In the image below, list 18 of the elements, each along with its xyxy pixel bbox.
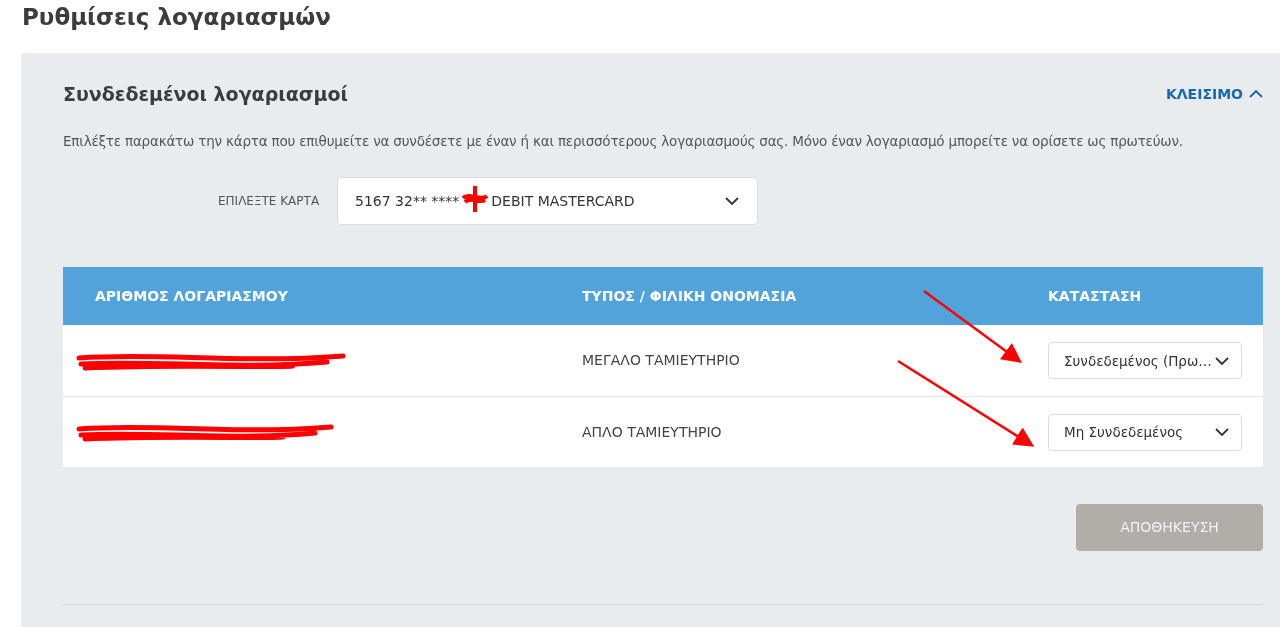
column-header: ΤΥΠΟΣ / ΦΙΛΙΚΗ ΟΝΟΜΑΣΙΑ <box>581 286 798 306</box>
chevron-down-icon <box>1215 356 1229 365</box>
status-select[interactable]: Μη Συνδεδεμένος <box>1048 413 1242 451</box>
page-title: Ρυθμίσεις λογαριασμών <box>21 3 332 32</box>
chevron-down-icon <box>725 197 739 206</box>
section-title: Συνδεδεμένοι λογαριασμοί <box>63 81 348 107</box>
chevron-down-icon <box>1215 428 1229 437</box>
card-select[interactable]: 5167 32** **** DEBIT MASTERCARD <box>337 177 758 226</box>
column-header: ΑΡΙΘΜΟΣ ΛΟΓΑΡΙΑΣΜΟΥ <box>94 286 289 306</box>
close-toggle[interactable]: ΚΛΕΙΣΙΜΟ <box>1165 83 1263 105</box>
column-header: ΚΑΤΑΣΤΑΣΗ <box>1047 286 1143 306</box>
redaction-scribble <box>461 184 490 215</box>
card-label: ΕΠΙΛΕΞΤΕ ΚΑΡΤΑ <box>218 193 321 211</box>
table-cell-text: ΑΠΛΟ ΤΑΜΙΕΥΤΗΡΙΟ <box>581 422 723 442</box>
status-select[interactable]: Συνδεδεμένος (Πρω… <box>1048 342 1242 380</box>
chevron-icon <box>1249 90 1263 98</box>
table-cell-text: ΜΕΓΑΛΟ ΤΑΜΙΕΥΤΗΡΙΟ <box>581 351 741 371</box>
description: Επιλέξτε παρακάτω την κάρτα που επιθυμείτε να συνδέσετε με έναν ή και περισσότερους λογαριασμούς σας. Μόνο έναν λογαριασμό μπορείτε να ορίσετε ως πρωτεύων. <box>63 132 1184 151</box>
